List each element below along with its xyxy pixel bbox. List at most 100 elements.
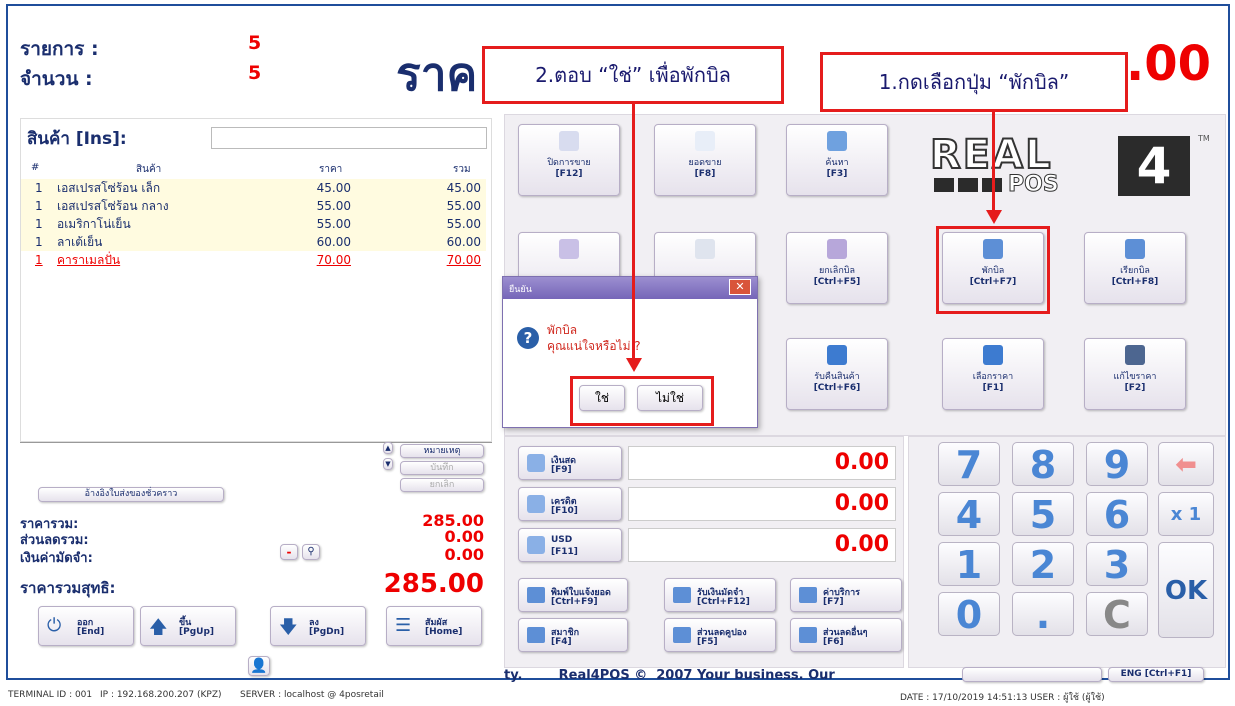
numpad-key-C[interactable]: C — [1086, 592, 1148, 637]
service-charge-button[interactable]: ค่าบริการ [F7] — [790, 578, 902, 612]
recall-bill-button[interactable]: เรียกบิล [Ctrl+F8] — [1084, 232, 1186, 304]
print-statement-icon — [527, 587, 545, 603]
member-icon — [527, 627, 545, 643]
numpad-key-1[interactable]: 1 — [938, 542, 1000, 587]
ref-delivery-button[interactable]: อ้างอิงใบส่งของชั่วคราว — [38, 487, 224, 502]
numpad-key-5[interactable]: 5 — [1012, 492, 1074, 537]
bottom-down-key: [PgDn] — [309, 627, 345, 637]
bottom-touch-icon: ☰ — [395, 615, 412, 636]
pay-usd-field[interactable]: 0.00 — [628, 528, 896, 562]
bottom-down-icon: 🡇 — [279, 617, 298, 638]
note-button[interactable]: หมายเหตุ — [400, 444, 484, 458]
product-label: สินค้า [Ins]: — [27, 129, 127, 149]
logo-pos: POS — [1008, 172, 1060, 198]
pay-credit-button[interactable]: เครดิต [F10] — [518, 487, 622, 521]
discount-value: 0.00 — [444, 527, 484, 546]
status-ip: IP : 192.168.200.207 (KPZ) — [100, 690, 222, 700]
recall-bill-key: [Ctrl+F8] — [1111, 277, 1159, 287]
multiply-button[interactable]: x 1 — [1158, 492, 1214, 536]
divider — [20, 442, 492, 443]
bottom-up-button[interactable]: 🡅 ขึ้น [PgUp] — [140, 606, 236, 646]
print-statement-button[interactable]: พิมพ์ใบแจ้งยอด [Ctrl+F9] — [518, 578, 628, 612]
items-count: 5 — [248, 32, 262, 54]
minus-button[interactable]: - — [280, 544, 298, 560]
search-button[interactable]: ค้นหา [F3] — [786, 124, 888, 196]
bottom-exit-icon: ⏻ — [47, 615, 62, 636]
row-price: 55.00 — [316, 199, 351, 213]
scroll-up-button[interactable]: ▲ — [383, 442, 393, 454]
member-button[interactable]: สมาชิก [F4] — [518, 618, 628, 652]
numpad-key-dot[interactable]: . — [1012, 592, 1074, 637]
highlight-yes-no — [570, 376, 714, 426]
table-row[interactable]: 1 เอสเปรสโซ่ร้อน เล็ก 45.00 45.00 — [21, 179, 486, 197]
coupon-discount-icon — [673, 627, 691, 643]
bottom-down-button[interactable]: 🡇 ลง [PgDn] — [270, 606, 366, 646]
deposit-value: 0.00 — [444, 545, 484, 564]
receive-deposit-button[interactable]: รับเงินมัดจำ [Ctrl+F12] — [664, 578, 776, 612]
col-price: ราคา — [319, 164, 343, 175]
ok-button[interactable]: OK — [1158, 542, 1214, 638]
backspace-button[interactable]: ⬅ — [1158, 442, 1214, 486]
row-price: 60.00 — [316, 235, 351, 249]
table-header: # สินค้า ราคา รวม — [21, 159, 491, 179]
cancel-button[interactable]: ยกเลิก — [400, 478, 484, 492]
product-search-input[interactable] — [211, 127, 487, 149]
pay-cash-button[interactable]: เงินสด [F9] — [518, 446, 622, 480]
sales-total-icon — [695, 131, 715, 151]
numpad-key-3[interactable]: 3 — [1086, 542, 1148, 587]
bottom-exit-button[interactable]: ⏻ ออก [End] — [38, 606, 134, 646]
save-button[interactable]: บันทึก — [400, 461, 484, 475]
blank-field — [962, 667, 1102, 682]
real4pos-logo: REAL 4 TM POS — [918, 130, 1218, 200]
scroll-down-button[interactable]: ▼ — [383, 458, 393, 470]
numpad-key-0[interactable]: 0 — [938, 592, 1000, 637]
numpad-key-7[interactable]: 7 — [938, 442, 1000, 487]
edit-price-button[interactable]: แก้ไขราคา [F2] — [1084, 338, 1186, 410]
highlight-hold-bill — [936, 226, 1050, 314]
cancel-bill-button[interactable]: ยกเลิกบิล [Ctrl+F5] — [786, 232, 888, 304]
close-sale-button[interactable]: ปิดการขาย [F12] — [518, 124, 620, 196]
pay-usd-button[interactable]: USD [F11] — [518, 528, 622, 562]
numpad-key-4[interactable]: 4 — [938, 492, 1000, 537]
pay-usd-value: 0.00 — [834, 532, 889, 557]
numpad-key-9[interactable]: 9 — [1086, 442, 1148, 487]
dialog-close-button[interactable]: ✕ — [729, 279, 751, 295]
lang-button[interactable]: ENG [Ctrl+F1] — [1108, 667, 1204, 682]
table-row[interactable]: 1 เอสเปรสโซ่ร้อน กลาง 55.00 55.00 — [21, 197, 486, 215]
arrow-step2 — [632, 104, 635, 360]
table-row[interactable]: 1 ลาเต้เย็น 60.00 60.00 — [21, 233, 486, 251]
dialog-message-2: คุณแน่ใจหรือไม่ ? — [547, 339, 641, 353]
member-key: [F4] — [551, 637, 572, 647]
numpad-key-6[interactable]: 6 — [1086, 492, 1148, 537]
row-qty: 1 — [35, 181, 43, 195]
net-value: 285.00 — [383, 569, 484, 599]
marquee-text: ty. Real4POS © 2007 Your business. Our — [504, 668, 835, 683]
callout-step1: 1.กดเลือกปุ่ม “พักบิล” — [820, 52, 1128, 112]
unknown-2-icon — [695, 239, 715, 259]
sales-total-button[interactable]: ยอดขาย [F8] — [654, 124, 756, 196]
pay-cash-field[interactable]: 0.00 — [628, 446, 896, 480]
select-price-key: [F1] — [982, 383, 1004, 393]
status-server: SERVER : localhost @ 4posretail — [240, 690, 384, 700]
user-icon[interactable]: 👤 — [248, 656, 270, 676]
other-discount-button[interactable]: ส่วนลดอื่นๆ [F6] — [790, 618, 902, 652]
coupon-discount-button[interactable]: ส่วนลดคูปอง [F5] — [664, 618, 776, 652]
price-label: ราค — [396, 47, 478, 101]
pay-credit-value: 0.00 — [834, 491, 889, 516]
search-icon[interactable]: ⚲ — [302, 544, 320, 560]
sales-total-label: ยอดขาย — [688, 158, 722, 168]
table-row[interactable]: 1 คาราเมลปั่น 70.00 70.00 — [21, 251, 486, 269]
return-goods-button[interactable]: รับคืนสินค้า [Ctrl+F6] — [786, 338, 888, 410]
logo-bar — [934, 178, 954, 192]
row-price: 55.00 — [316, 217, 351, 231]
numpad-key-8[interactable]: 8 — [1012, 442, 1074, 487]
deposit-label: เงินค่ามัดจำ: — [20, 551, 93, 566]
close-sale-icon — [559, 131, 579, 151]
bottom-touch-button[interactable]: ☰ สัมผัส [Home] — [386, 606, 482, 646]
table-row[interactable]: 1 อเมริกาโน่เย็น 55.00 55.00 — [21, 215, 486, 233]
row-name: อเมริกาโน่เย็น — [57, 216, 131, 231]
numpad-key-2[interactable]: 2 — [1012, 542, 1074, 587]
select-price-button[interactable]: เลือกราคา [F1] — [942, 338, 1044, 410]
return-goods-key: [Ctrl+F6] — [813, 383, 861, 393]
pay-credit-field[interactable]: 0.00 — [628, 487, 896, 521]
